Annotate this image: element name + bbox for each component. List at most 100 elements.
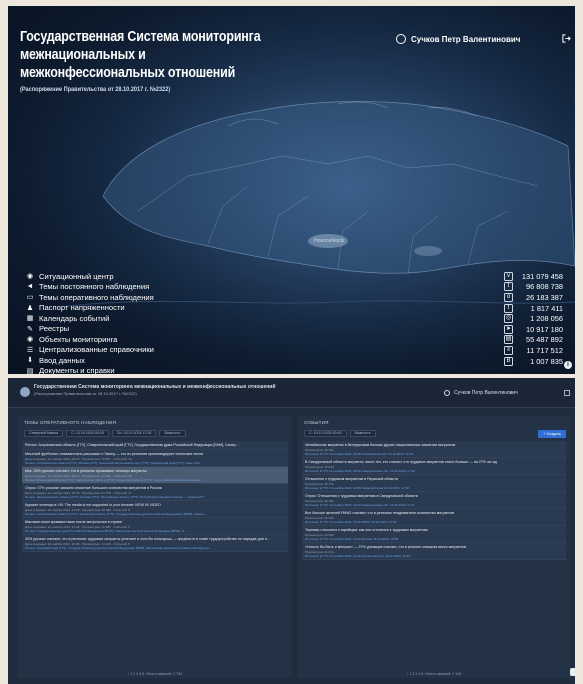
menu-item[interactable]: ▦ Календарь событий [26, 313, 154, 324]
item-regions: Регион: Ленинградская область [ГТУ], Мос… [25, 494, 206, 499]
menu-item[interactable]: ▤ Документы и справки [26, 366, 154, 374]
scroll-handle[interactable] [570, 668, 575, 676]
item-regions: Регион: Краснодарский край [ГТУ], Сарато… [25, 477, 203, 482]
menu-item-label: Ситуационный центр [39, 271, 114, 281]
menu-item[interactable]: ♟ Паспорт напряженности [26, 303, 154, 314]
panel-title: СОБЫТИЯ [304, 420, 329, 425]
source-stat[interactable]: B 1 007 835 [504, 356, 563, 367]
list-item[interactable]: Опрос: 37% россиян связали снижение боль… [22, 484, 288, 501]
item-regions: Источник: ● ГТУ 13 ноября 2023, 18:06 Пе… [305, 485, 409, 490]
filter-chip[interactable]: По: 15.10.2024 17:30 [111, 430, 157, 437]
list-item[interactable]: «Носить бы быть и меньше» — 37% уральцев… [302, 543, 566, 560]
menu-item-label: Реестры [39, 324, 70, 334]
list-item[interactable]: Отношение к трудовым мигрантам в Пермско… [302, 475, 566, 492]
user-profile[interactable]: Сучков Петр Валентинович [396, 34, 520, 44]
source-stat[interactable]: ▤ 55 487 892 [504, 335, 563, 346]
item-regions: Регион: Астраханская область [ГТУ], Чече… [25, 511, 207, 516]
person-icon: ♟ [26, 304, 34, 312]
pagination[interactable]: ‹ 1 2 3 4 5 › Всего записей: 1 734 [18, 672, 292, 676]
filter-chip[interactable]: Северный Кавказ [24, 430, 64, 437]
item-regions: Источник: ● ГТУ 14 ноября 2023, 09:48 Че… [305, 451, 414, 456]
list-item[interactable]: Все больше жителей ЯНАО считают, что в р… [302, 509, 566, 526]
create-button[interactable]: + Создать [538, 430, 566, 438]
filter-chip[interactable]: Важность [349, 430, 376, 437]
list-item[interactable]: Челябинские мигранты в белорусским больш… [302, 441, 566, 458]
megaphone-icon: ◄ [26, 283, 34, 291]
edit-icon: ✎ [27, 325, 33, 333]
download-icon: ⬇ [27, 357, 33, 365]
filter-chip[interactable]: С: 13.10.2024 00:00 [66, 430, 109, 437]
list-icon: ☰ [26, 346, 34, 354]
app-title-block: Государственная Система мониторинга межн… [20, 28, 290, 93]
list-item[interactable]: Местный футболист показательно рассказал… [22, 450, 288, 467]
menu-item[interactable]: ◉ Объекты мониторинга [26, 334, 154, 345]
source-stat[interactable]: v 131 079 458 [504, 271, 563, 282]
telegram-icon: ➤ [504, 324, 513, 334]
app-subtitle: (Распоряжение Правительства от 28.10.201… [20, 86, 171, 93]
menu-item[interactable]: ☰ Централизованные справочники [26, 345, 154, 356]
menu-item[interactable]: ◉ Ситуационный центр [26, 271, 154, 282]
logout-icon[interactable] [564, 390, 570, 396]
eye-icon: ◉ [26, 336, 34, 344]
monitoring-dashboard-screen: Государственная Система мониторинга межн… [8, 378, 575, 684]
menu-item[interactable]: ▭ Темы оперативного наблюдения [26, 292, 154, 303]
source-count: 1 208 056 [530, 314, 563, 324]
forum-icon: ≡ [504, 345, 513, 355]
events-panel: СОБЫТИЯ С: 15.10.2024 00:00 Важность + Со… [298, 416, 570, 678]
instagram-icon: ◎ [504, 314, 513, 324]
dashboard-header: Государственная Система мониторинга межн… [8, 378, 575, 408]
source-stat[interactable]: f 1 817 411 [504, 303, 563, 314]
events-list: Челябинские мигранты в белорусским больш… [302, 441, 566, 560]
source-stat[interactable]: o 26 183 387 [504, 292, 563, 303]
menu-item-label: Темы постоянного наблюдения [39, 282, 150, 292]
source-count: 1 007 835 [530, 356, 563, 366]
source-stat[interactable]: ➤ 10 917 180 [504, 324, 563, 335]
source-stat[interactable]: t 96 808 738 [504, 282, 563, 293]
main-menu: ◉ Ситуационный центр ◄ Темы постоянного наб… [26, 271, 154, 374]
item-regions: Регион: Астраханская область [ГТУ], Моск… [25, 460, 203, 465]
source-count: 55 487 892 [526, 335, 563, 345]
menu-item[interactable]: ✎ Реестры [26, 324, 154, 335]
list-item[interactable]: Терпимо относятся к сирийцам: как они от… [302, 526, 566, 543]
source-count: 10 917 180 [526, 324, 563, 334]
news-icon: ▤ [504, 335, 513, 345]
item-regions: Регион: Государственная дума Российской … [25, 528, 187, 533]
filter-chip[interactable]: С: 15.10.2024 00:00 [304, 430, 347, 437]
list-item[interactable]: Масовая сезон кровавостыми после митропо… [22, 518, 288, 535]
dashboard-user[interactable]: Сучков Петр Валентинович [444, 390, 518, 396]
emblem-icon [20, 387, 30, 397]
monitoring-main-screen: Новосибирск Государственная Система мони… [8, 6, 575, 374]
document-icon: ▤ [26, 367, 34, 374]
menu-item[interactable]: ◄ Темы постоянного наблюдения [26, 282, 154, 293]
source-count: 96 808 738 [526, 282, 563, 292]
item-regions: Источник: ● ГТУ 13 ноября 2023, 16:44 Св… [305, 502, 415, 507]
user-circle-icon [396, 34, 406, 44]
filter-chip[interactable]: Важность [159, 430, 186, 437]
list-item[interactable]: Msk: 30% русских считают, что в регионах… [22, 467, 288, 484]
list-item[interactable]: 30% русских считают, что в регионах труд… [22, 535, 288, 552]
list-item[interactable]: Опрос: Отношения к трудовым мигрантам в … [302, 492, 566, 509]
source-stat[interactable]: ≡ 11 717 512 [504, 345, 563, 356]
filter-bar: Северный Кавказ С: 13.10.2024 00:00 По: 15… [24, 430, 186, 437]
source-stat[interactable]: ◎ 1 208 056 [504, 313, 563, 324]
item-regions: Источник: ● ГТУ 13 ноября 2023, 15:20 ЯН… [305, 519, 397, 524]
list-item[interactable]: Регион: Астраханская область [ГТУ], Став… [22, 441, 288, 450]
list-item[interactable]: В Свердловской области мигранты число те… [302, 458, 566, 475]
menu-item-label: Объекты мониторинга [39, 334, 118, 344]
menu-item-label: Паспорт напряженности [39, 303, 125, 313]
menu-item[interactable]: ⬇ Ввод данных [26, 355, 154, 366]
twitter-icon: t [504, 282, 513, 292]
logout-icon[interactable] [562, 34, 571, 43]
source-stats: v 131 079 458 t 96 808 738 o 26 183 387 f 1 817… [504, 271, 563, 366]
item-regions: Регион: Пермский край [ГТУ], Государстве… [25, 545, 212, 550]
info-icon[interactable]: i [564, 361, 572, 369]
odnoklassniki-icon: o [504, 292, 513, 302]
menu-item-label: Документы и справки [39, 366, 115, 374]
menu-item-label: Календарь событий [39, 313, 110, 323]
pagination[interactable]: ‹ 1 2 3 4 5 › Всего записей: 2 118 [298, 672, 570, 676]
filter-bar: С: 15.10.2024 00:00 Важность [304, 430, 376, 437]
item-regions: Источник: ● ГТУ 13 ноября 2023, 12:18 Ку… [305, 553, 411, 558]
list-item[interactable]: Курские чеченцы в VIII. The media is not… [22, 501, 288, 518]
menu-item-label: Централизованные справочники [39, 345, 154, 355]
chat-bubble-icon: ▭ [26, 294, 34, 302]
